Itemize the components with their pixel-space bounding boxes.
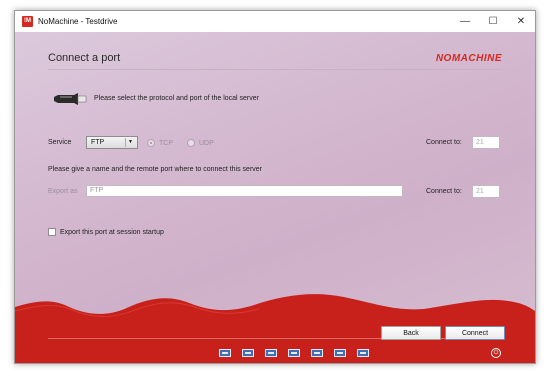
bottom-toolbar xyxy=(218,348,370,359)
display-icon[interactable] xyxy=(218,348,232,359)
nomachine-logo: NOMACHINE xyxy=(435,53,502,64)
remote-instruction: Please give a name and the remote port w… xyxy=(48,166,263,173)
monitor-settings-icon[interactable] xyxy=(356,348,370,359)
title-bar: !M NoMachine - Testdrive — ☐ ✕ xyxy=(15,11,535,32)
power-icon[interactable]: ⏻ xyxy=(491,348,501,358)
service-select-value: FTP xyxy=(91,139,105,146)
screen-sharing-icon[interactable] xyxy=(310,348,324,359)
keyboard-icon[interactable] xyxy=(264,348,278,359)
connect-port-panel: Connect a port NOMACHINE Please select t… xyxy=(15,32,535,363)
connect-button[interactable]: Connect xyxy=(445,326,505,340)
service-label: Service xyxy=(48,139,72,146)
export-at-startup-label: Export this port at session startup xyxy=(60,228,164,236)
title-divider xyxy=(48,69,502,70)
minimize-button[interactable]: — xyxy=(451,11,479,32)
plug-icon xyxy=(54,93,87,105)
radio-udp-indicator xyxy=(187,139,195,147)
resize-icon[interactable] xyxy=(287,348,301,359)
close-button[interactable]: ✕ xyxy=(507,11,535,32)
remote-connect-to-label: Connect to: xyxy=(426,188,462,195)
window-title: NoMachine - Testdrive xyxy=(38,17,118,26)
nomachine-window: !M NoMachine - Testdrive — ☐ ✕ Connect a… xyxy=(14,10,536,364)
chevron-down-icon: ▼ xyxy=(125,138,135,147)
export-as-label: Export as xyxy=(48,188,78,195)
intro-text: Please select the protocol and port of t… xyxy=(94,95,259,102)
nomachine-app-icon: !M xyxy=(22,16,33,27)
radio-tcp-label: TCP xyxy=(159,139,173,147)
window-controls: — ☐ ✕ xyxy=(451,11,535,32)
radio-udp[interactable]: UDP xyxy=(187,139,214,147)
checkbox-box xyxy=(48,228,56,236)
export-as-input[interactable]: FTP xyxy=(86,185,403,197)
local-connect-to-label: Connect to: xyxy=(426,139,462,146)
back-button[interactable]: Back xyxy=(381,326,441,340)
radio-udp-label: UDP xyxy=(199,139,214,147)
remote-port-input[interactable]: 21 xyxy=(472,185,500,198)
local-port-input[interactable]: 21 xyxy=(472,136,500,149)
radio-tcp[interactable]: TCP xyxy=(147,139,173,147)
maximize-button[interactable]: ☐ xyxy=(479,11,507,32)
export-at-startup-checkbox[interactable]: Export this port at session startup xyxy=(48,228,164,236)
fit-screen-icon[interactable] xyxy=(241,348,255,359)
service-select[interactable]: FTP ▼ xyxy=(86,136,138,149)
page-title: Connect a port xyxy=(48,52,121,64)
monitor-icon[interactable] xyxy=(333,348,347,359)
radio-tcp-indicator xyxy=(147,139,155,147)
